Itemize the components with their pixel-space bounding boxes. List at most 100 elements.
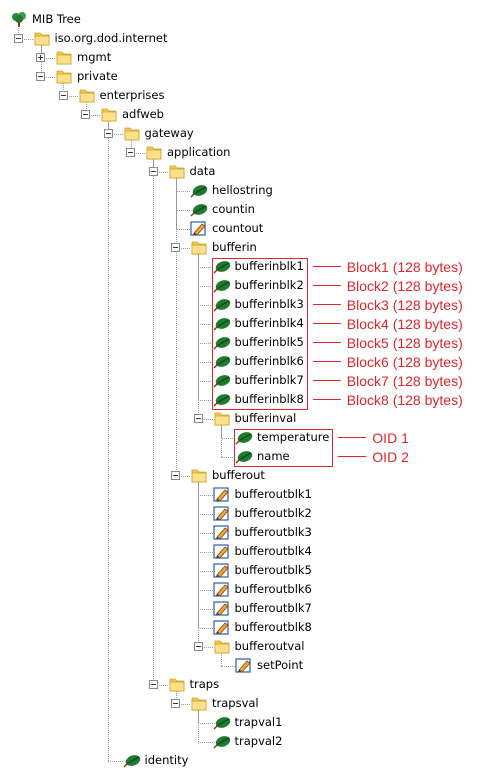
folder-icon — [100, 106, 118, 123]
tree-connector-line — [198, 532, 213, 534]
tree-connector-line — [220, 437, 235, 439]
tree-node-bufferoutblk6[interactable]: bufferoutblk6 — [212, 580, 312, 599]
tree-node-mgmt[interactable]: mgmt — [55, 48, 111, 67]
tree-connector-line — [220, 424, 222, 457]
tree-connector-line — [198, 570, 213, 572]
tree-node-label: bufferin — [212, 240, 257, 254]
collapse-minus-icon[interactable] — [148, 167, 158, 176]
tree-node-label: private — [77, 69, 118, 83]
collapse-minus-icon[interactable] — [171, 699, 180, 708]
tree-node-bufferoutblk2[interactable]: bufferoutblk2 — [212, 504, 312, 523]
tree-node-traps[interactable]: traps — [168, 675, 220, 694]
tree-node-label: countout — [212, 221, 264, 235]
tree-node-application[interactable]: application — [145, 143, 230, 162]
callout-dash — [312, 266, 341, 267]
tree-node-label: bufferinval — [234, 411, 297, 425]
writable-node-icon — [212, 505, 231, 522]
tree-connector-line — [198, 323, 213, 325]
tree-node-trapsval[interactable]: trapsval — [190, 694, 259, 713]
annotation-callout: Block3 (128 bytes) — [312, 295, 463, 314]
annotation-callout: Block2 (128 bytes) — [312, 276, 463, 295]
tree-node-bufferoutblk5[interactable]: bufferoutblk5 — [212, 561, 312, 580]
tree-node-label: bufferoutblk7 — [234, 601, 312, 615]
tree-node-label: bufferoutval — [234, 639, 305, 653]
tree-connector-line — [175, 209, 190, 211]
callout-dash — [312, 304, 341, 305]
collapse-minus-icon[interactable] — [103, 129, 113, 138]
annotation-callout: Block5 (128 bytes) — [312, 333, 463, 352]
collapse-minus-icon[interactable] — [148, 680, 158, 689]
tree-node-bufferoutblk8[interactable]: bufferoutblk8 — [212, 618, 312, 637]
tree-node-mib-tree[interactable]: MIB Tree — [10, 10, 81, 29]
tree-connector-line — [175, 228, 190, 230]
tree-connector-line — [198, 253, 199, 419]
annotation-text: Block3 (128 bytes) — [346, 296, 463, 313]
annotation-callout: Block7 (128 bytes) — [312, 371, 463, 390]
tree-node-bufferoutblk7[interactable]: bufferoutblk7 — [212, 599, 312, 618]
mib-tree-icon — [10, 11, 28, 28]
tree-node-bufferoutval[interactable]: bufferoutval — [213, 637, 305, 656]
tree-node-label: traps — [189, 677, 220, 691]
tree-connector-line — [198, 361, 213, 363]
tree-node-identity[interactable]: identity — [123, 751, 188, 770]
annotation-callout: Block4 (128 bytes) — [312, 314, 463, 333]
collapse-minus-icon[interactable] — [193, 414, 203, 423]
callout-dash — [312, 323, 341, 324]
tree-node-label: MIB Tree — [32, 12, 81, 26]
collapse-minus-icon[interactable] — [81, 110, 90, 119]
annotation-callout: Block8 (128 bytes) — [312, 390, 463, 409]
callout-dash — [312, 342, 341, 343]
callout-dash — [312, 361, 341, 362]
tree-node-label: data — [189, 164, 216, 178]
annotation-text: Block7 (128 bytes) — [346, 372, 463, 389]
collapse-minus-icon[interactable] — [126, 148, 135, 157]
expand-plus-icon[interactable] — [36, 53, 45, 62]
tree-node-adfweb[interactable]: adfweb — [100, 105, 164, 124]
tree-node-iso-org-dod-internet[interactable]: iso.org.dod.internet — [33, 29, 168, 48]
tree-node-bufferinval[interactable]: bufferinval — [213, 409, 297, 428]
writable-node-icon — [212, 619, 231, 636]
tree-node-trapval1[interactable]: trapval1 — [213, 713, 282, 732]
writable-node-icon — [212, 524, 231, 541]
collapse-minus-icon[interactable] — [36, 72, 45, 81]
folder-icon — [78, 87, 96, 104]
tree-connector-line — [175, 177, 177, 476]
tree-node-label: iso.org.dod.internet — [54, 31, 168, 45]
tree-connector-line — [153, 158, 154, 685]
annotation-text: Block4 (128 bytes) — [346, 315, 463, 332]
leaf-node-icon — [213, 714, 231, 731]
collapse-minus-icon[interactable] — [13, 34, 23, 43]
tree-node-bufferoutblk3[interactable]: bufferoutblk3 — [212, 523, 312, 542]
callout-dash — [338, 437, 367, 438]
tree-node-label: mgmt — [77, 50, 112, 64]
tree-node-label: enterprises — [99, 88, 165, 102]
collapse-minus-icon[interactable] — [171, 243, 180, 252]
tree-node-trapval2[interactable]: trapval2 — [213, 732, 282, 751]
highlight-box — [234, 428, 334, 467]
folder-icon — [168, 163, 186, 180]
tree-node-hellostring[interactable]: hellostring — [190, 181, 273, 200]
tree-node-gateway[interactable]: gateway — [123, 124, 194, 143]
tree-node-label: bufferoutblk2 — [234, 506, 312, 520]
tree-node-data[interactable]: data — [168, 162, 216, 181]
folder-icon — [190, 467, 208, 484]
tree-node-enterprises[interactable]: enterprises — [78, 86, 165, 105]
tree-node-private[interactable]: private — [55, 67, 118, 86]
tree-node-countin[interactable]: countin — [190, 200, 255, 219]
tree-connector-line — [198, 266, 213, 268]
tree-node-countout[interactable]: countout — [190, 219, 263, 238]
writable-node-icon — [212, 600, 231, 617]
collapse-minus-icon[interactable] — [193, 642, 203, 651]
tree-connector-line — [198, 494, 213, 496]
tree-node-bufferin[interactable]: bufferin — [190, 238, 257, 257]
tree-node-setpoint[interactable]: setPoint — [235, 656, 303, 675]
folder-icon — [168, 676, 186, 693]
tree-node-bufferoutblk1[interactable]: bufferoutblk1 — [212, 485, 312, 504]
writable-node-icon — [235, 657, 253, 674]
tree-node-bufferout[interactable]: bufferout — [190, 466, 265, 485]
collapse-minus-icon[interactable] — [58, 91, 68, 100]
collapse-minus-icon[interactable] — [171, 471, 180, 480]
tree-connector-line — [198, 741, 213, 743]
tree-node-bufferoutblk4[interactable]: bufferoutblk4 — [212, 542, 312, 561]
tree-connector-line — [220, 665, 235, 667]
